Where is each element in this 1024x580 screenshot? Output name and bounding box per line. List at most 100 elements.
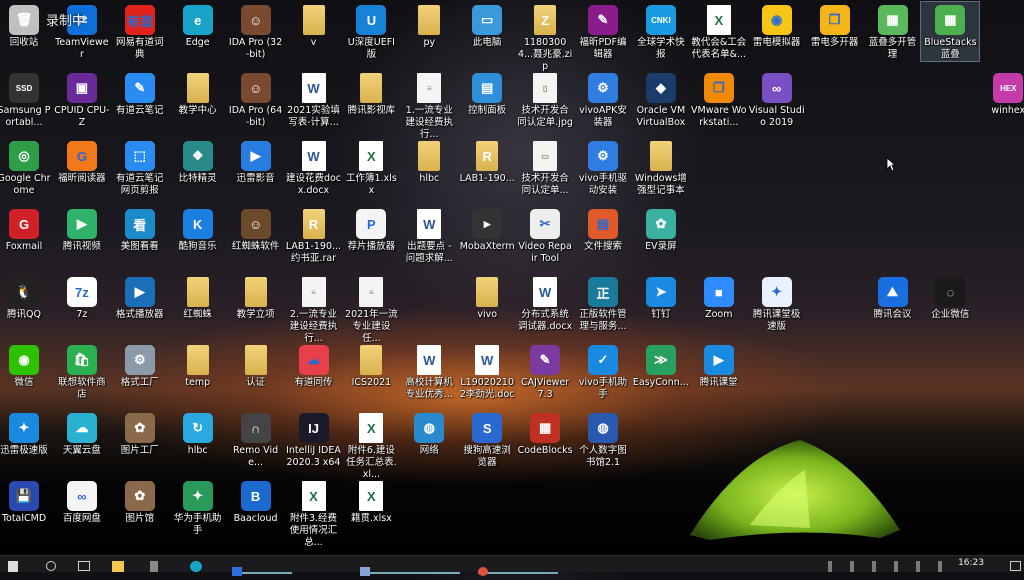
desktop-icon[interactable]: ■ Zoom [690, 274, 748, 321]
desktop-icon[interactable]: S 搜狗高速浏览器 [458, 410, 516, 469]
desktop-icon[interactable]: hlbc [400, 138, 458, 185]
desktop-icon[interactable]: ↻ hlbc [169, 410, 227, 457]
desktop-icon[interactable]: ▤ 文件搜索 [574, 206, 632, 253]
desktop-icon[interactable]: ∩ Remo Vide... [227, 410, 285, 469]
desktop-icon[interactable]: ❐ 雷电多开器 [806, 2, 864, 49]
start-button[interactable] [8, 561, 18, 572]
desktop-icon[interactable]: ☺ IDA Pro (32-bit) [227, 2, 285, 61]
desktop-icon[interactable]: ≡ 2021年一流专业建设任... [342, 274, 400, 345]
desktop-icon[interactable]: W L190202102李劲光.doc [458, 342, 516, 401]
desktop-icon[interactable]: temp [169, 342, 227, 389]
desktop-icon[interactable]: ⚙ vivo手机驱动安装 [574, 138, 632, 197]
desktop-icon[interactable]: ✦ 腾讯课堂极速版 [748, 274, 806, 333]
desktop-icon[interactable]: P 荐片播放器 [342, 206, 400, 253]
desktop-icon[interactable]: 🐧 腾讯QQ [0, 274, 53, 321]
desktop-icon[interactable]: ◍ 网络 [400, 410, 458, 457]
desktop-icon[interactable]: 看美图看看 [111, 206, 169, 253]
desktop-icon[interactable]: ◌ 企业微信 [921, 274, 979, 321]
desktop-icon[interactable]: W 分布式系统调试器.docx [516, 274, 574, 333]
desktop-icon[interactable]: ✦ 迅雷极速版 [0, 410, 53, 457]
desktop-icon[interactable]: ▭ 此电脑 [458, 2, 516, 49]
desktop-icon[interactable]: Windows增强型记事本 [632, 138, 690, 197]
desktop-icon[interactable]: vivo [458, 274, 516, 321]
desktop-icon[interactable]: ✿ 图片馆 [111, 478, 169, 525]
desktop-icon[interactable]: ✎ 有道云笔记 [111, 70, 169, 117]
desktop-icon[interactable]: 有道 网易有道词典 [111, 2, 169, 61]
desktop-icon[interactable]: G Foxmail [0, 206, 53, 253]
desktop-icon[interactable]: W 高校计算机专业优秀... [400, 342, 458, 401]
desktop-icon[interactable]: ❐ VMware Workstati... [690, 70, 748, 129]
desktop-icon[interactable]: ≡ 2.一流专业建设经费执行... [285, 274, 343, 345]
desktop-icon[interactable]: v [285, 2, 343, 49]
taskbar-app-icon[interactable] [150, 561, 158, 572]
desktop-icon[interactable]: CNKI 全球学术快报 [632, 2, 690, 61]
desktop-icon[interactable]: R LAB1-190...约书亚.rar [285, 206, 343, 265]
desktop-icon[interactable]: ✿ 图片工厂 [111, 410, 169, 457]
desktop-icon[interactable]: ▦ BlueStacks蓝叠 [920, 1, 981, 62]
desktop-icon[interactable]: HEX winhex [979, 70, 1024, 117]
desktop-icon[interactable]: 🛍 联想软件商店 [53, 342, 111, 401]
desktop-icon[interactable]: ∞ 百度网盘 [53, 478, 111, 525]
desktop-icon[interactable]: ◉ 微信 [0, 342, 53, 389]
desktop-icon[interactable]: 教学中心 [169, 70, 227, 117]
taskbar-window-button[interactable] [360, 561, 460, 576]
desktop-icon[interactable]: 腾讯影视库 [342, 70, 400, 117]
desktop-icon[interactable]: ➤ 钉钉 [632, 274, 690, 321]
desktop-icon[interactable]: ☁ 天翼云盘 [53, 410, 111, 457]
desktop-icon[interactable]: 7z 7z [53, 274, 111, 321]
notification-icon[interactable] [1010, 561, 1021, 571]
desktop-icon[interactable]: X 工作簿1.xlsx [342, 138, 400, 197]
desktop-icon[interactable]: X 附件3.经费使用情况汇总... [285, 478, 343, 549]
desktop-icon[interactable]: ▭ 技术开发合同认定单... [516, 138, 574, 197]
desktop-icon[interactable]: 认证 [227, 342, 285, 389]
desktop-icon[interactable]: ◍ 个人数字图书馆2.1 [574, 410, 632, 469]
desktop-icon[interactable]: 教学立项 [227, 274, 285, 321]
desktop-icon[interactable]: ⛰ 腾讯会议 [864, 274, 922, 321]
desktop-icon[interactable]: SSD Samsung Portabl... [0, 70, 53, 129]
desktop-icon[interactable]: ✿ EV录屏 [632, 206, 690, 253]
desktop-icon[interactable]: ≡ 1.一流专业建设经费执行... [400, 70, 458, 141]
desktop-icon[interactable]: ⬚ 有道云笔记网页剪报 [111, 138, 169, 197]
desktop-icon[interactable]: X 籍贯.xlsx [342, 478, 400, 525]
desktop-icon[interactable]: W 2021实验填写表-计算... [285, 70, 343, 129]
desktop-icon[interactable]: W 出题要点 - 问题求解... [400, 206, 458, 265]
tray-icons[interactable] [828, 561, 948, 572]
desktop-icon[interactable]: ⚙ vivoAPK安装器 [574, 70, 632, 129]
taskbar-clock[interactable]: 16:23 [958, 558, 984, 568]
desktop-icon[interactable]: ▣ CPUID CPU-Z [53, 70, 111, 129]
desktop-icon[interactable]: ▤ 控制面板 [458, 70, 516, 117]
desktop-icon[interactable]: ✂ Video Repair Tool [516, 206, 574, 265]
edge-taskbar-icon[interactable] [190, 561, 202, 572]
desktop-icon[interactable]: ∞ Visual Studio 2019 [748, 70, 806, 129]
taskbar-window-button[interactable] [232, 561, 292, 576]
desktop-icon[interactable]: e Edge [169, 2, 227, 49]
desktop-icon[interactable]: ☁ 有道同传 [285, 342, 343, 389]
file-explorer-icon[interactable] [112, 561, 124, 572]
desktop-icon[interactable]: ✓ vivo手机助手 [574, 342, 632, 401]
desktop-icon[interactable]: Z 11803004...聂兆豪.zip [516, 2, 574, 73]
desktop-icon[interactable]: ❖ 比特精灵 [169, 138, 227, 185]
desktop-icon[interactable]: ▶ 迅雷影音 [227, 138, 285, 185]
desktop-icon[interactable]: G 福昕阅读器 [53, 138, 111, 185]
desktop-icon[interactable]: ▶ 腾讯课堂 [690, 342, 748, 389]
desktop-icon[interactable]: py [400, 2, 458, 49]
desktop-icon[interactable]: ▦ CodeBlocks [516, 410, 574, 457]
desktop-icon[interactable]: ◆ Oracle VM VirtualBox [632, 70, 690, 129]
desktop-icon[interactable]: X 附件6.建设任务汇总表.xl... [342, 410, 400, 481]
desktop-icon[interactable]: ≫ EasyConn... [632, 342, 690, 389]
desktop-icon[interactable]: ▯ 技术开发合同认定单.jpg [516, 70, 574, 129]
desktop-icon[interactable]: X 教代会&工会代表名单&... [690, 2, 748, 61]
desktop-icon[interactable]: ◉ 雷电模拟器 [748, 2, 806, 49]
desktop-icon[interactable]: ▶ 格式播放器 [111, 274, 169, 321]
desktop-icon[interactable]: U U深度UEFI版 [342, 2, 400, 61]
desktop-icon[interactable]: 💾 TotalCMD [0, 478, 53, 525]
desktop-icon[interactable]: W 建设花费docx.docx [285, 138, 343, 197]
search-icon[interactable] [46, 561, 56, 571]
desktop-icon[interactable]: ◎ Google Chrome [0, 138, 53, 197]
desktop-icon[interactable]: ☺ IDA Pro (64-bit) [227, 70, 285, 129]
task-view-icon[interactable] [78, 561, 90, 571]
desktop-icon[interactable]: R LAB1-190... [458, 138, 516, 185]
desktop-icon[interactable]: ▶ 腾讯视频 [53, 206, 111, 253]
desktop-icon[interactable]: K 酷狗音乐 [169, 206, 227, 253]
desktop-icon[interactable]: B Baacloud [227, 478, 285, 525]
